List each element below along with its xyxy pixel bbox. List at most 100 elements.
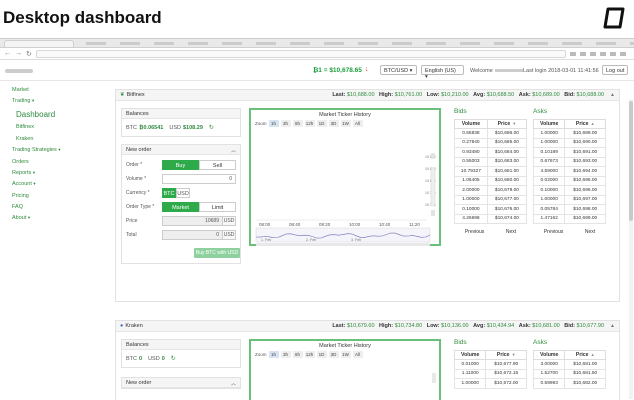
total-input[interactable]: 0 [162, 230, 223, 240]
sidebar-item-dashboard[interactable]: Dashboard [0, 107, 70, 122]
language-select[interactable]: English (US) ▾ [421, 65, 464, 80]
currency-btc-toggle[interactable]: BTC [162, 188, 176, 198]
sidebar-item-bitfinex[interactable]: Bitfinex [0, 122, 70, 133]
bids-row[interactable]: 1.00000 $10,672.00 [453, 378, 527, 389]
sidebar-item-market[interactable]: Market [0, 84, 70, 95]
asks-next-link[interactable]: Next [585, 229, 595, 235]
zoom-button-1d[interactable]: 1D [316, 120, 327, 127]
bids-row[interactable]: 2.00000 $10,679.00 [454, 185, 528, 196]
bids-volume-header[interactable]: Volume [454, 119, 488, 129]
bids-row[interactable]: 0.01000 $10,677.90 [453, 359, 527, 370]
browser-tab[interactable] [4, 40, 74, 47]
page-scrollbar-thumb[interactable] [629, 101, 633, 221]
collapse-icon[interactable]: ▲ [610, 323, 615, 329]
bids-row[interactable]: 0.55003 $10,683.00 [454, 156, 528, 167]
sidebar-item-account[interactable]: Account ▾ [0, 179, 70, 190]
price-down-icon: ↓ [365, 66, 369, 73]
chevron-up-icon[interactable]: ︿ [231, 147, 236, 154]
zoom-button-6h[interactable]: 6h [292, 120, 303, 127]
volume-input[interactable]: 0 [162, 174, 236, 184]
bids-row[interactable]: 1.00000 $10,677.00 [454, 194, 528, 205]
reload-icon[interactable]: ↻ [26, 50, 32, 58]
zoom-button-3d[interactable]: 3D [328, 351, 339, 358]
zoom-button-3h[interactable]: 3h [280, 351, 291, 358]
zoom-button-1h[interactable]: 1h [268, 351, 279, 358]
bids-price-header[interactable]: Price ▼ [486, 119, 528, 129]
sidebar-item-trading[interactable]: Trading ▾ [0, 95, 70, 106]
bids-volume-header[interactable]: Volume [453, 350, 487, 360]
collapse-icon[interactable]: ▲ [610, 92, 615, 98]
app-brand[interactable] [5, 69, 33, 73]
asks-row[interactable]: 0.67673 $10,693.00 [532, 156, 606, 167]
zoom-button-all[interactable]: All [352, 351, 363, 358]
asks-row[interactable]: 1.00000 $10,689.00 [532, 128, 606, 139]
asks-volume-header[interactable]: Volume [532, 350, 566, 360]
chart-scrollbar[interactable] [256, 243, 430, 246]
bids-previous-link[interactable]: Previous [465, 229, 484, 235]
zoom-button-6h[interactable]: 6h [292, 351, 303, 358]
chart-range-handle-bottom[interactable] [431, 210, 435, 216]
bids-row[interactable]: 1.11000 $10,672.15 [453, 368, 527, 379]
asks-row[interactable]: 1.47162 $10,699.00 [532, 213, 606, 224]
buy-toggle[interactable]: Buy [162, 160, 199, 170]
sidebar-item-faq[interactable]: FAQ [0, 201, 70, 212]
sidebar-item-kraken[interactable]: Kraken [0, 133, 70, 144]
currency-usd-toggle[interactable]: USD [176, 188, 190, 198]
bids-row[interactable]: 0.27840 $10,685.00 [454, 137, 528, 148]
bids-row[interactable]: 0.10000 $10,676.00 [454, 204, 528, 215]
bids-row[interactable]: 10.79327 $10,681.00 [454, 166, 528, 177]
asks-row[interactable]: 0.05784 $10,698.00 [532, 204, 606, 215]
sidebar-item-reports[interactable]: Reports ▾ [0, 167, 70, 178]
forward-icon[interactable]: → [15, 50, 22, 57]
bids-row[interactable]: 1.06405 $10,680.00 [454, 175, 528, 186]
asks-row[interactable]: 0.02000 $10,695.00 [532, 175, 606, 186]
logout-button[interactable]: Log out [602, 65, 629, 75]
currency-pair-select[interactable]: BTC/USD ▾ [380, 65, 417, 75]
asks-price-header[interactable]: Price ▲ [564, 350, 606, 360]
asks-previous-link[interactable]: Previous [544, 229, 563, 235]
buy-btc-submit-button[interactable]: Buy BTC with USD [194, 248, 240, 258]
chevron-up-icon[interactable]: ︿ [231, 380, 236, 387]
asks-row[interactable]: 4.59000 $10,694.00 [532, 166, 606, 177]
sell-toggle[interactable]: Sell [199, 160, 236, 170]
chart-vertical-scroller[interactable] [430, 167, 436, 207]
asks-row[interactable]: 0.10189 $10,691.00 [532, 147, 606, 158]
limit-toggle[interactable]: Limit [199, 202, 236, 212]
chart-navigator[interactable] [255, 227, 431, 243]
bids-row[interactable]: 4.26698 $10,674.00 [454, 213, 528, 224]
market-toggle[interactable]: Market [162, 202, 199, 212]
zoom-button-12h[interactable]: 12h [304, 351, 315, 358]
sidebar-item-pricing[interactable]: Pricing [0, 190, 70, 201]
asks-row[interactable]: 1.52700 $10,681.50 [532, 368, 606, 379]
refresh-icon[interactable]: ↻ [209, 124, 214, 131]
refresh-icon[interactable]: ↻ [171, 355, 176, 362]
zoom-button-all[interactable]: All [352, 120, 363, 127]
zoom-button-1h[interactable]: 1h [268, 120, 279, 127]
address-bar[interactable] [35, 49, 566, 58]
bids-next-link[interactable]: Next [506, 229, 516, 235]
chart-scroll-handle[interactable] [432, 373, 436, 383]
zoom-button-3h[interactable]: 3h [280, 120, 291, 127]
bids-price-header[interactable]: Price ▼ [485, 350, 527, 360]
zoom-button-3d[interactable]: 3D [328, 120, 339, 127]
bids-row[interactable]: 0.93480 $10,684.00 [454, 147, 528, 158]
sidebar-item-about[interactable]: About ▾ [0, 213, 70, 224]
back-icon[interactable]: ← [4, 50, 11, 57]
bids-row[interactable]: 0.55838 $10,686.00 [454, 128, 528, 139]
asks-price-header[interactable]: Price ▲ [564, 119, 606, 129]
price-input[interactable]: 10689 [162, 216, 223, 226]
sidebar-item-orders[interactable]: Orders [0, 156, 70, 167]
zoom-button-1d[interactable]: 1D [316, 351, 327, 358]
asks-volume-header[interactable]: Volume [532, 119, 566, 129]
asks-row[interactable]: 3.00000 $10,681.00 [532, 359, 606, 370]
asks-row[interactable]: 1.00000 $10,697.00 [532, 194, 606, 205]
browser-extension-icons[interactable] [570, 51, 630, 56]
asks-row[interactable]: 0.10000 $10,696.00 [532, 185, 606, 196]
sidebar-item-trading-strategies[interactable]: Trading Strategies ▾ [0, 145, 70, 156]
zoom-button-1w[interactable]: 1W [340, 351, 351, 358]
asks-row[interactable]: 0.59993 $10,682.00 [532, 378, 606, 389]
zoom-button-12h[interactable]: 12h [304, 120, 315, 127]
zoom-button-1w[interactable]: 1W [340, 120, 351, 127]
chart-range-handle-top[interactable] [431, 153, 435, 159]
asks-row[interactable]: 1.00000 $10,690.00 [532, 137, 606, 148]
